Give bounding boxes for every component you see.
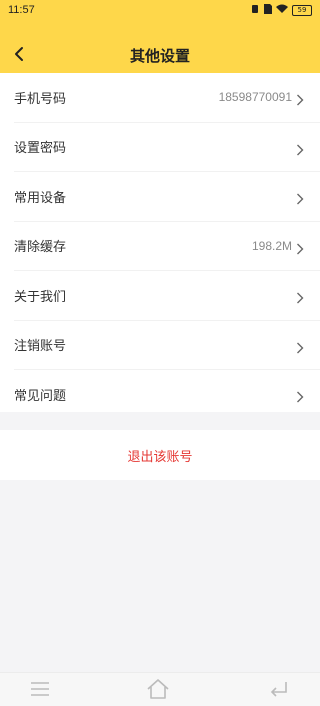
status-bar: 11:57 59 (0, 0, 320, 22)
row-label: 手机号码 (14, 91, 67, 107)
row-label: 设置密码 (14, 141, 67, 157)
chevron-right-icon (296, 240, 304, 255)
settings-row-deactivate[interactable]: 注销账号 (14, 321, 320, 370)
logout-button[interactable]: 退出该账号 (0, 446, 320, 465)
system-nav-bar (0, 672, 320, 706)
chevron-right-icon (296, 388, 304, 403)
sim-icon (264, 4, 272, 17)
nav-bar: 其他设置 (0, 36, 320, 72)
settings-row-about[interactable]: 关于我们 (14, 271, 320, 321)
settings-row-password[interactable]: 设置密码 (14, 123, 320, 172)
chevron-right-icon (296, 141, 304, 156)
row-label: 注销账号 (14, 339, 67, 355)
back-icon[interactable] (268, 680, 290, 702)
row-value: 198.2M (251, 238, 292, 253)
row-label: 关于我们 (14, 289, 67, 305)
row-label: 清除缓存 (14, 240, 67, 256)
settings-row-devices[interactable]: 常用设备 (14, 172, 320, 222)
settings-row-phone[interactable]: 手机号码 18598770091 (14, 73, 320, 123)
status-icons: 59 (250, 4, 312, 17)
chevron-right-icon (296, 190, 304, 205)
menu-icon[interactable] (30, 681, 50, 701)
settings-list: 手机号码 18598770091 设置密码 常用设备 清除缓存 198.2M 关… (0, 73, 320, 412)
wifi-icon (276, 4, 288, 17)
row-label: 常见问题 (14, 388, 67, 404)
chevron-right-icon (296, 91, 304, 106)
home-icon[interactable] (145, 678, 171, 704)
vibrate-icon (250, 4, 260, 17)
page-title: 其他设置 (129, 47, 190, 65)
row-label: 常用设备 (14, 190, 67, 206)
chevron-right-icon (296, 339, 304, 354)
chevron-right-icon (296, 289, 304, 304)
row-value: 18598770091 (218, 90, 292, 105)
app-header: 11:57 59 其他设置 (0, 0, 320, 73)
status-time: 11:57 (8, 4, 35, 16)
settings-row-faq[interactable]: 常见问题 (14, 370, 320, 419)
logout-area: 退出该账号 (0, 430, 320, 480)
battery-icon: 59 (292, 5, 312, 16)
settings-row-clear-cache[interactable]: 清除缓存 198.2M (14, 222, 320, 271)
